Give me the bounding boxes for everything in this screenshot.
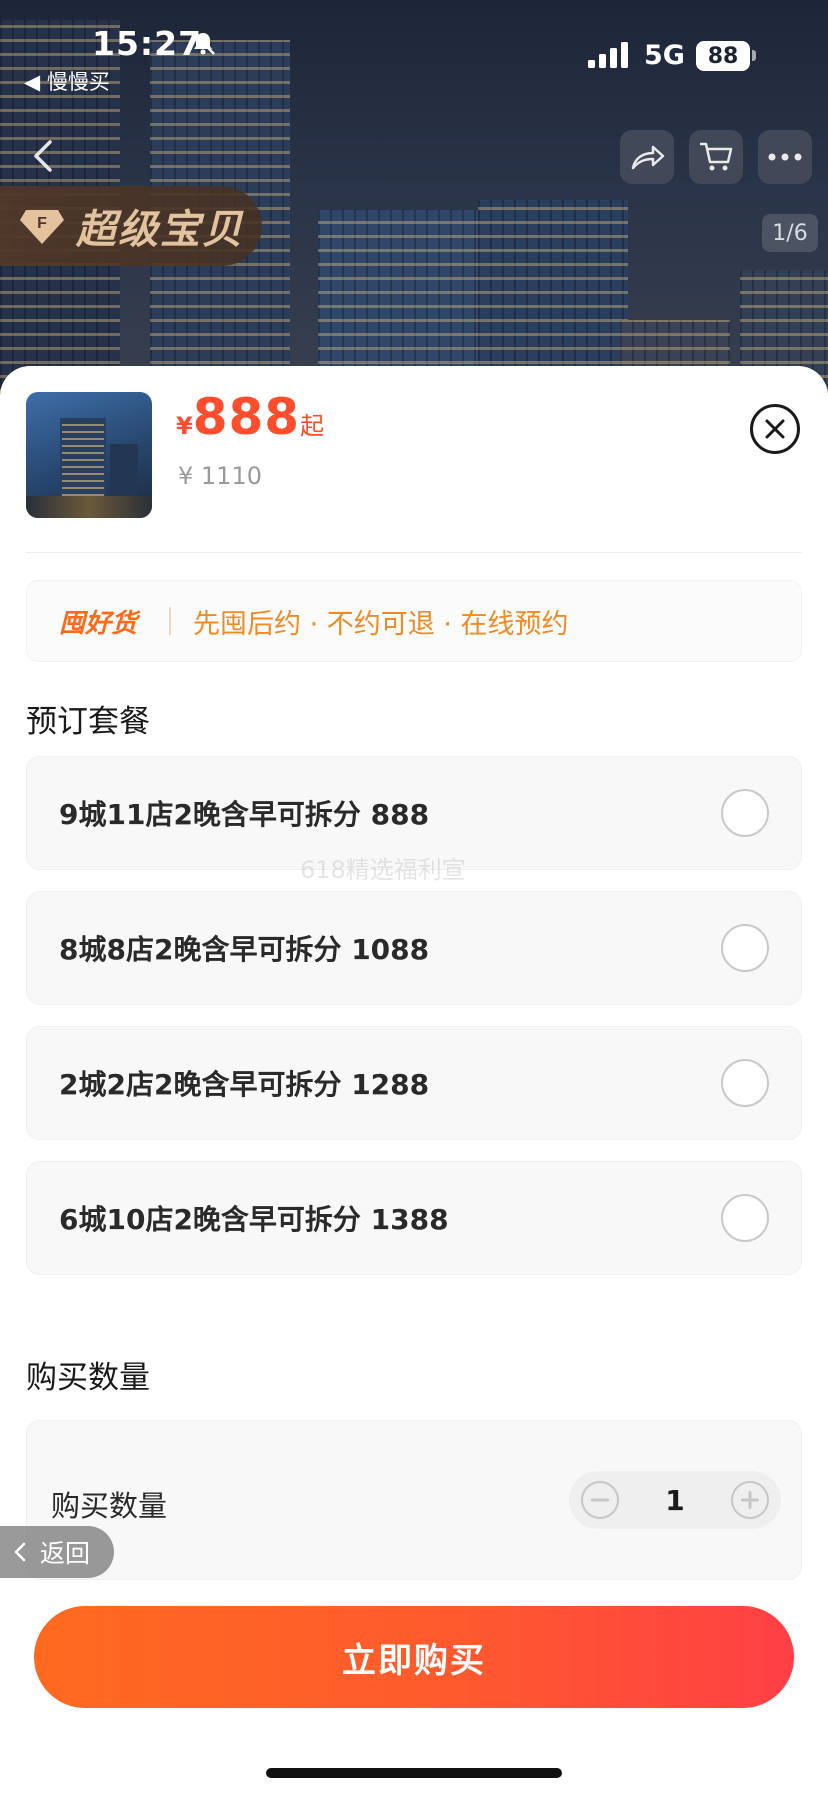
price-suffix: 起 <box>300 412 325 440</box>
purchase-sheet: ¥888起 ¥ 1110 囤好货 先囤后约 · 不约可退 · 在线预约 预订套餐… <box>0 366 828 1795</box>
share-button[interactable] <box>620 130 674 184</box>
package-option[interactable]: 6城10店2晚含早可拆分 1388 <box>26 1161 802 1275</box>
close-icon <box>765 419 785 439</box>
floating-back-button[interactable]: 返回 <box>0 1526 114 1578</box>
package-option[interactable]: 2城2店2晚含早可拆分 1288 <box>26 1026 802 1140</box>
package-section-title: 预订套餐 <box>26 704 150 740</box>
cart-icon <box>700 142 733 171</box>
status-time: 15:27 <box>92 24 203 63</box>
network-type: 5G <box>644 40 685 71</box>
thumbnail-street <box>26 496 152 518</box>
share-icon <box>631 145 665 170</box>
home-indicator <box>266 1768 562 1778</box>
buy-now-button[interactable]: 立即购买 <box>34 1606 794 1708</box>
diamond-f-icon: F <box>18 202 66 250</box>
minus-icon <box>591 1498 609 1502</box>
promo-banner: 囤好货 先囤后约 · 不约可退 · 在线预约 <box>26 580 802 662</box>
quantity-stepper: 1 <box>569 1471 781 1529</box>
super-item-badge: F 超级宝贝 <box>0 186 262 266</box>
quantity-section-title: 购买数量 <box>26 1360 150 1396</box>
signal-icon <box>588 42 628 68</box>
svg-text:F: F <box>37 215 47 232</box>
battery-icon: 88 <box>696 41 750 71</box>
package-option-label: 2城2店2晚含早可拆分 1288 <box>59 1068 430 1101</box>
floating-back-label: 返回 <box>40 1539 91 1568</box>
chevron-left-icon <box>14 1542 26 1562</box>
increment-button[interactable] <box>730 1481 769 1519</box>
more-dots-icon <box>768 153 802 161</box>
package-option-label: 6城10店2晚含早可拆分 1388 <box>59 1203 449 1236</box>
battery-level: 88 <box>707 43 739 69</box>
package-option-label: 9城11店2晚含早可拆分 888 <box>59 798 430 831</box>
promo-tag: 囤好货 <box>59 608 138 639</box>
bell-muted-icon <box>192 31 215 55</box>
quantity-box: 购买数量 1 <box>26 1420 802 1580</box>
price-currency: ¥ <box>176 412 193 440</box>
current-price: ¥888起 <box>176 388 324 446</box>
back-arrow-icon[interactable] <box>28 136 58 176</box>
package-option-label: 8城8店2晚含早可拆分 1088 <box>59 933 430 966</box>
package-option-radio[interactable] <box>721 924 769 972</box>
thumbnail-building-2 <box>110 444 138 498</box>
watermark-text: 618精选福利宣 <box>300 856 466 884</box>
back-to-app-link[interactable]: ◀ 慢慢买 <box>24 66 110 96</box>
decrement-button[interactable] <box>581 1481 619 1519</box>
product-thumbnail <box>26 392 152 518</box>
promo-description: 先囤后约 · 不约可退 · 在线预约 <box>193 608 569 640</box>
image-page-indicator: 1/6 <box>762 214 818 252</box>
more-button[interactable] <box>758 130 812 184</box>
quantity-value[interactable]: 1 <box>665 1484 684 1517</box>
original-price: ¥ 1110 <box>178 462 262 490</box>
quantity-label: 购买数量 <box>51 1489 168 1523</box>
package-option-radio[interactable] <box>721 789 769 837</box>
package-option-radio[interactable] <box>721 1194 769 1242</box>
battery-tip <box>752 50 756 61</box>
promo-separator <box>169 607 172 635</box>
cart-button[interactable] <box>689 130 743 184</box>
header-divider <box>26 552 802 553</box>
price-value: 888 <box>192 388 301 446</box>
thumbnail-building-lights <box>62 420 104 496</box>
package-option-radio[interactable] <box>721 1059 769 1107</box>
close-button[interactable] <box>750 404 800 454</box>
super-item-text: 超级宝贝 <box>76 207 244 253</box>
plus-icon <box>740 1491 759 1509</box>
status-bar: 15:27 ◀ 慢慢买 5G 88 <box>0 0 828 110</box>
package-option[interactable]: 8城8店2晚含早可拆分 1088 <box>26 891 802 1005</box>
